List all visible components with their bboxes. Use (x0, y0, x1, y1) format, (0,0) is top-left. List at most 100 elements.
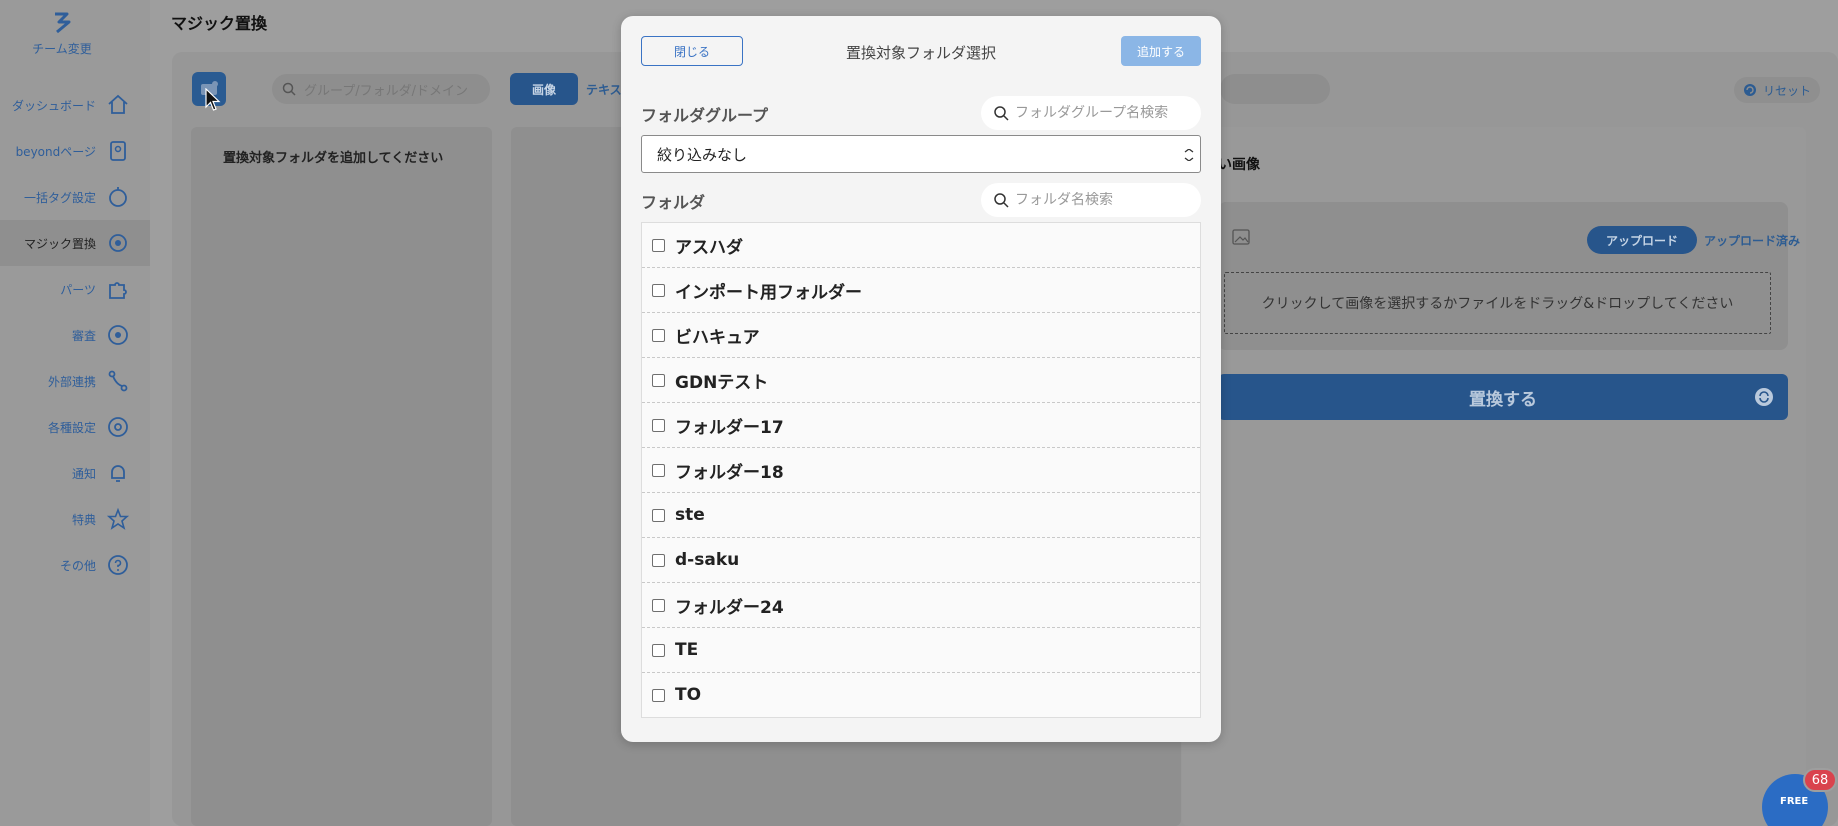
target-folder-column: 置換対象フォルダを追加してください (191, 127, 492, 826)
sidebar-item-label: 各種設定 (47, 420, 96, 435)
eye-icon (106, 323, 130, 347)
sidebar-item[interactable]: ダッシュボード (0, 82, 150, 128)
chat-label: FREE (1780, 796, 1809, 807)
folder-group-select[interactable]: 絞り込みなし (641, 135, 1201, 173)
search-icon (994, 106, 1009, 121)
folder-row[interactable]: アスハダ (642, 223, 1200, 268)
sidebar-item-label: 審査 (71, 328, 96, 343)
folder-name: アスハダ (675, 237, 743, 258)
folder-checkbox[interactable] (652, 283, 665, 297)
sidebar-item[interactable]: 特典 (0, 496, 150, 542)
logo-icon (55, 12, 71, 34)
chat-badge: 68 (1803, 768, 1837, 792)
sidebar-item-label: 外部連携 (47, 374, 96, 389)
replace-button[interactable]: 置換する (1218, 374, 1788, 420)
sidebar-item[interactable]: その他 (0, 542, 150, 588)
link-icon (106, 369, 130, 393)
folder-row[interactable]: フォルダー17 (642, 403, 1200, 448)
sidebar-item-label: 通知 (71, 466, 96, 481)
folder-checkbox[interactable] (652, 328, 665, 342)
folder-name: GDNテスト (675, 372, 769, 393)
reset-label: リセット (1762, 83, 1811, 98)
help-icon (106, 553, 130, 577)
folder-search[interactable] (981, 183, 1201, 217)
folder-row[interactable]: TE (642, 628, 1200, 673)
folder-checkbox[interactable] (652, 553, 665, 567)
tab-uploaded[interactable]: アップロード済み (1702, 226, 1802, 254)
folder-group-search[interactable] (981, 96, 1201, 130)
sidebar-item[interactable]: 一括タグ設定 (0, 174, 150, 220)
sidebar-item-label: マジック置換 (23, 236, 96, 251)
replace-label: 置換する (1469, 389, 1537, 410)
sidebar-item-label: その他 (59, 558, 96, 573)
tab-upload[interactable]: アップロード (1587, 226, 1697, 254)
sidebar-item-label: パーツ (60, 282, 96, 297)
reset-button[interactable]: リセット (1734, 77, 1820, 103)
sidebar-item[interactable]: 各種設定 (0, 404, 150, 450)
magic-replace-icon (106, 231, 130, 255)
folder-row[interactable]: インポート用フォルダー (642, 268, 1200, 313)
chevron-down-icon (1184, 149, 1194, 161)
folder-name: ste (675, 505, 705, 525)
close-button[interactable]: 閉じる (641, 36, 743, 66)
folder-name: ビハキュア (675, 327, 760, 348)
folder-checkbox[interactable] (652, 643, 665, 657)
folder-name: フォルダー24 (675, 597, 784, 618)
folder-row[interactable]: フォルダー24 (642, 583, 1200, 628)
folder-group-search-input[interactable] (1015, 105, 1195, 121)
image-dropzone[interactable]: クリックして画像を選択するかファイルをドラッグ&ドロップしてください (1224, 272, 1771, 334)
puzzle-icon (106, 277, 130, 301)
folder-checkbox[interactable] (652, 598, 665, 612)
right-search-input[interactable] (1220, 74, 1330, 104)
folder-name: フォルダー18 (675, 462, 784, 483)
add-button[interactable]: 追加する (1121, 36, 1201, 66)
folder-row[interactable]: GDNテスト (642, 358, 1200, 403)
search-icon (282, 82, 296, 96)
folder-list: アスハダインポート用フォルダー ビハキュア GDNテスト フォルダー17 フォルダー18… (641, 222, 1201, 718)
sidebar-item[interactable]: beyondページ (0, 128, 150, 174)
folder-label: フォルダ (641, 193, 706, 212)
reset-icon (1743, 84, 1756, 96)
new-image-title: い画像 (1218, 157, 1260, 173)
sidebar-item[interactable]: パーツ (0, 266, 150, 312)
folder-checkbox[interactable] (652, 238, 665, 252)
replace-icon (1755, 388, 1773, 406)
folder-checkbox[interactable] (652, 418, 665, 432)
add-folder-hint: 置換対象フォルダを追加してください (223, 151, 444, 166)
sidebar-item-label: 一括タグ設定 (23, 190, 96, 205)
folder-row[interactable]: フォルダー18 (642, 448, 1200, 493)
sidebar-item-label: ダッシュボード (11, 98, 96, 113)
sidebar-item[interactable]: 通知 (0, 450, 150, 496)
folder-checkbox[interactable] (652, 508, 665, 522)
gear-icon (106, 415, 130, 439)
group-folder-search[interactable]: グループ/フォルダ/ドメイン (272, 74, 490, 104)
folder-row[interactable]: ste (642, 493, 1200, 538)
sidebar-item-label: beyondページ (15, 144, 96, 159)
folder-row[interactable]: d-saku (642, 538, 1200, 583)
search-placeholder: グループ/フォルダ/ドメイン (304, 83, 468, 99)
folder-row[interactable]: TO (642, 673, 1200, 717)
sidebar-item[interactable]: 外部連携 (0, 358, 150, 404)
folder-name: TE (675, 640, 699, 660)
tab-image[interactable]: 画像 (510, 73, 578, 105)
folder-checkbox[interactable] (652, 688, 665, 702)
folder-select-modal: 置換対象フォルダ選択 閉じる 追加する フォルダグループ 絞り込みなし フォルダ… (621, 16, 1221, 742)
tab-text[interactable]: テキス (586, 81, 622, 98)
folder-name: インポート用フォルダー (675, 282, 862, 303)
team-change-link[interactable]: チーム変更 (0, 40, 124, 57)
folder-checkbox[interactable] (652, 373, 665, 387)
sidebar-item-label: 特典 (71, 512, 96, 527)
search-icon (994, 193, 1009, 208)
folder-checkbox[interactable] (652, 463, 665, 477)
folder-row[interactable]: ビハキュア (642, 313, 1200, 358)
folder-name: フォルダー17 (675, 417, 784, 438)
page-icon (106, 139, 130, 163)
team-logo[interactable]: チーム変更 (0, 10, 124, 57)
page-title: マジック置換 (171, 14, 268, 33)
sidebar-item[interactable]: マジック置換 (0, 220, 150, 266)
image-icon (1232, 229, 1250, 245)
folder-search-input[interactable] (1015, 192, 1195, 208)
sidebar-item[interactable]: 審査 (0, 312, 150, 358)
bell-icon (106, 461, 130, 485)
folder-group-select-value: 絞り込みなし (657, 145, 748, 164)
